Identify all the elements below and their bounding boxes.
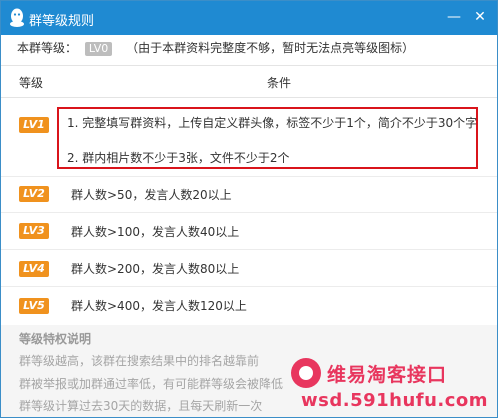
privilege-line: 群等级越高，该群在搜索结果中的排名越靠前	[19, 354, 260, 368]
column-header-level: 等级	[19, 76, 44, 90]
current-rank-note: （由于本群资料完整度不够，暂时无法点亮等级图标）	[126, 41, 415, 55]
divider	[1, 65, 497, 66]
divider	[1, 97, 497, 98]
row-separator	[1, 286, 497, 287]
level-badge-lv2: LV2	[19, 186, 49, 202]
lv5-condition: 群人数>400，发言人数120以上	[71, 299, 247, 313]
qq-penguin-icon	[10, 8, 24, 27]
current-rank: 本群等级： LV0 （由于本群资料完整度不够，暂时无法点亮等级图标）	[17, 40, 414, 56]
lv1-condition-1: 1. 完整填写群资料，上传自定义群头像，标签不少于1个，简介不少于30个字	[67, 116, 478, 130]
row-separator	[1, 212, 497, 213]
level-badge-lv5: LV5	[19, 298, 49, 314]
privilege-line: 群等级计算过去30天的数据，且每天刷新一次	[19, 399, 263, 413]
lv3-condition: 群人数>100，发言人数40以上	[71, 225, 240, 239]
lv4-condition: 群人数>200，发言人数80以上	[71, 262, 240, 276]
column-header-condition: 条件	[267, 76, 292, 90]
window-title: 群等级规则	[29, 14, 95, 29]
row-separator	[1, 176, 497, 177]
lv2-condition: 群人数>50，发言人数20以上	[71, 188, 232, 202]
minimize-button[interactable]: —	[441, 5, 467, 29]
level-badge-lv3: LV3	[19, 223, 49, 239]
privileges-title: 等级特权说明	[19, 332, 92, 346]
close-button[interactable]: ✕	[467, 5, 493, 29]
title-bar[interactable]: 群等级规则 — ✕	[1, 1, 497, 35]
current-rank-label: 本群等级：	[17, 41, 78, 55]
watermark: 维易淘客接口	[291, 358, 447, 388]
row-separator	[1, 249, 497, 250]
watermark-logo-icon	[291, 358, 321, 388]
level-badge-lv1: LV1	[19, 117, 49, 133]
privilege-line: 群被举报或加群通过率低，有可能群等级会被降低	[19, 377, 284, 391]
watermark-title: 维易淘客接口	[327, 363, 448, 386]
level-badge-lv4: LV4	[19, 261, 49, 277]
watermark-url: wsd.591hufu.com	[301, 390, 489, 411]
current-rank-badge: LV0	[84, 41, 113, 56]
dialog-window: 群等级规则 — ✕ 本群等级： LV0 （由于本群资料完整度不够，暂时无法点亮等…	[0, 0, 498, 418]
lv1-condition-2: 2. 群内相片数不少于3张，文件不少于2个	[67, 151, 290, 165]
